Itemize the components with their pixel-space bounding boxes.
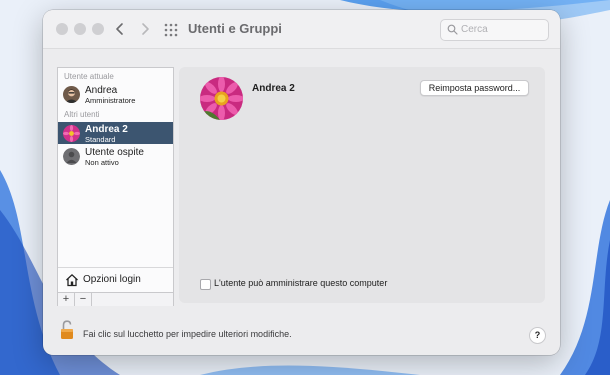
user-item-andrea-2[interactable]: Andrea 2 Standard bbox=[58, 122, 173, 144]
user-detail-panel: Andrea 2 Reimposta password... L'utente … bbox=[179, 67, 545, 303]
search-field[interactable] bbox=[440, 19, 549, 41]
user-name: Andrea 2 bbox=[85, 124, 128, 135]
login-options-label: Opzioni login bbox=[83, 274, 141, 285]
chevron-right-icon bbox=[142, 23, 149, 35]
show-all-grid-icon[interactable] bbox=[164, 23, 178, 37]
selected-user-name: Andrea 2 bbox=[252, 83, 295, 94]
zoom-window-button[interactable] bbox=[92, 23, 104, 35]
user-name: Andrea bbox=[85, 85, 118, 96]
search-input[interactable] bbox=[461, 22, 541, 37]
close-window-button[interactable] bbox=[56, 23, 68, 35]
chevron-left-icon bbox=[116, 23, 123, 35]
avatar bbox=[63, 86, 80, 103]
window-title: Utenti e Gruppi bbox=[188, 21, 282, 36]
admin-checkbox[interactable] bbox=[200, 279, 211, 290]
user-avatar[interactable] bbox=[200, 77, 243, 120]
reset-password-button[interactable]: Reimposta password... bbox=[420, 80, 529, 96]
users-groups-window: Utenti e Gruppi Utente attuale Andrea bbox=[43, 10, 560, 355]
user-item-guest[interactable]: Utente ospite Non attivo bbox=[58, 145, 173, 167]
add-remove-bar: + − bbox=[58, 292, 173, 306]
lock-open-icon[interactable] bbox=[60, 320, 74, 340]
users-sidebar: Utente attuale Andrea Amministratore Alt… bbox=[57, 67, 174, 306]
login-options-item[interactable]: Opzioni login bbox=[63, 272, 168, 290]
forward-button[interactable] bbox=[136, 20, 154, 38]
user-item-andrea[interactable]: Andrea Amministratore bbox=[58, 83, 173, 105]
user-role: Standard bbox=[85, 135, 116, 144]
lock-hint-text: Fai clic sul lucchetto per impedire ulte… bbox=[83, 329, 292, 339]
guest-avatar-icon bbox=[63, 148, 80, 165]
remove-user-button[interactable]: − bbox=[75, 293, 92, 306]
admin-checkbox-label: L'utente può amministrare questo compute… bbox=[214, 278, 388, 288]
title-bar: Utenti e Gruppi bbox=[43, 10, 560, 49]
user-name: Utente ospite bbox=[85, 147, 144, 158]
minimize-window-button[interactable] bbox=[74, 23, 86, 35]
user-role: Non attivo bbox=[85, 158, 119, 167]
current-user-section-label: Utente attuale bbox=[64, 72, 114, 81]
add-user-button[interactable]: + bbox=[58, 293, 75, 306]
other-users-section-label: Altri utenti bbox=[64, 110, 100, 119]
back-button[interactable] bbox=[111, 20, 129, 38]
help-button[interactable]: ? bbox=[529, 327, 546, 344]
search-icon bbox=[447, 24, 458, 35]
sidebar-divider bbox=[58, 267, 173, 268]
user-role: Amministratore bbox=[85, 96, 136, 105]
house-icon bbox=[66, 274, 78, 287]
avatar bbox=[63, 125, 80, 142]
